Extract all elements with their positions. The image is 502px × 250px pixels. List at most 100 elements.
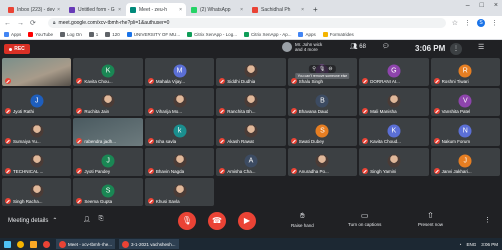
participant-tile[interactable]: Siddhi Dudhia <box>216 58 286 86</box>
taskbar-app[interactable]: 3-1-2021 vachshesh... <box>119 239 179 249</box>
bookmark-item[interactable]: Apps <box>4 32 21 37</box>
chrome-icon[interactable] <box>43 240 50 248</box>
browser-tab[interactable]: Sachidhal Ph × <box>248 3 308 16</box>
tab-label: Untitled form - G <box>78 6 115 13</box>
pin-icon[interactable]: ⚲ <box>312 66 316 72</box>
participant-name-text: Kavita Choud... <box>370 138 401 144</box>
participant-tile[interactable]: Khusi Savla <box>144 178 215 206</box>
participant-tile[interactable]: Mali Manisha <box>359 88 429 116</box>
participant-tile[interactable]: K Kavita Choud... <box>359 118 429 146</box>
captions-button[interactable]: ▭ Turn on captions <box>348 211 381 227</box>
participant-tile[interactable]: Ruchita Jain <box>73 88 143 116</box>
pinned-participants[interactable]: Mr. John wick and 4 more <box>282 42 322 52</box>
participant-name: Shalu Singh <box>290 78 323 84</box>
bookmark-item[interactable]: UNIVERSITY OF MU... <box>126 32 180 37</box>
language-indicator[interactable]: ENG <box>466 242 476 247</box>
leave-call-button[interactable]: ☎︎ <box>208 212 226 230</box>
people-icon[interactable]: 👤︎ <box>83 216 91 223</box>
browser-tab[interactable]: (2) WhatsApp × <box>187 3 247 16</box>
participant-tile[interactable]: Akash Rawat <box>216 118 286 146</box>
bookmark-item[interactable]: Log On <box>59 32 82 37</box>
camera-off-button[interactable]: ▶︎ <box>238 212 256 230</box>
bookmark-item[interactable]: Formatrides <box>322 32 354 37</box>
participant-name-text: Singh Racha... <box>13 198 43 204</box>
close-window-icon[interactable]: × <box>494 2 498 9</box>
reload-icon[interactable]: ⟳ <box>30 19 36 27</box>
browser-tab[interactable]: Meet - zeu-h × <box>126 3 186 16</box>
menu-icon[interactable]: ⋮ <box>491 19 498 27</box>
present-now-button[interactable]: ⇧ Present now <box>418 211 443 227</box>
minimize-icon[interactable]: – <box>466 2 470 9</box>
mute-participant-icon[interactable]: 🎙︎ <box>319 66 325 72</box>
remove-participant-icon[interactable]: ⊖ <box>328 66 332 72</box>
participant-tile[interactable]: Singh Yamini <box>359 148 429 176</box>
close-tab-icon[interactable]: × <box>118 7 121 13</box>
back-icon[interactable]: ← <box>4 20 11 27</box>
participant-tile[interactable]: Viharija Mo... <box>144 88 215 116</box>
participant-tile[interactable]: k Isha savla <box>144 118 215 146</box>
participant-name: Mahala Vijay... <box>147 78 185 84</box>
participant-tile[interactable]: TECHNICAL ... <box>2 148 72 176</box>
close-tab-icon[interactable]: × <box>301 7 304 13</box>
participant-tile[interactable]: Bhavin Nagda <box>144 148 215 176</box>
attachment-icon[interactable]: ⎘ <box>99 216 104 223</box>
participant-tile[interactable]: S⚲🎙︎⊖You can't remove someone elseShalu … <box>287 58 358 86</box>
browser-tab[interactable]: Inbox (223) - dev × <box>4 3 64 16</box>
taskbar-clock[interactable]: 3:06 PM <box>481 242 498 247</box>
start-icon[interactable] <box>4 240 11 248</box>
more-icon[interactable]: ⋮ <box>484 216 491 224</box>
participant-tile[interactable]: rabendra jadh... <box>73 118 143 146</box>
chat-icon[interactable]: 💬︎ <box>382 43 390 50</box>
file-explorer-icon[interactable] <box>30 240 37 248</box>
wifi-icon[interactable]: ◔ <box>459 242 462 247</box>
participant-name: Singh Racha... <box>5 198 43 204</box>
participant-tile[interactable]: A Amisha Cha... <box>216 148 286 176</box>
participants-icon[interactable]: 👥︎ 68 <box>350 43 366 50</box>
participant-tile[interactable]: R Roshni Tiwari <box>430 58 500 86</box>
participant-tile[interactable]: Anuradha Po... <box>287 148 358 176</box>
participant-tile[interactable]: Singh Racha... <box>2 178 72 206</box>
activities-icon[interactable]: ☰ <box>478 43 484 51</box>
bookmark-item[interactable]: 1 <box>88 32 98 37</box>
more-options-icon[interactable]: ⋮ <box>450 43 462 55</box>
forward-icon[interactable]: → <box>17 20 24 27</box>
participant-name-text: Viharija Mo... <box>155 108 183 114</box>
participant-tile[interactable]: G DORRANI AI... <box>359 58 429 86</box>
bookmark-item[interactable]: Apps <box>298 32 316 37</box>
participant-tile[interactable]: S Swati Dubey <box>287 118 358 146</box>
close-tab-icon[interactable]: × <box>179 7 182 13</box>
participant-name: Amisha Cha... <box>219 168 256 174</box>
participant-tile[interactable]: B Bhavana Daud <box>287 88 358 116</box>
bookmark-item[interactable]: Citrix XenApp - Ap... <box>243 32 291 37</box>
participant-name-text: Ranchita Bh... <box>227 108 256 114</box>
bookmark-item[interactable]: Citrix XenApp - Log... <box>187 32 237 37</box>
search-icon[interactable] <box>17 240 24 248</box>
raise-hand-button[interactable]: ✋︎ Raise hand <box>291 211 314 228</box>
participant-tile[interactable]: Ranchita Bh... <box>216 88 286 116</box>
participant-tile[interactable]: M Mahala Vijay... <box>144 58 215 86</box>
maximize-icon[interactable]: □ <box>480 2 484 9</box>
new-tab-button[interactable]: + <box>313 3 318 16</box>
participant-tile[interactable]: Sumaiya Yu... <box>2 118 72 146</box>
participant-tile[interactable]: S Seema Gupta <box>73 178 143 206</box>
close-tab-icon[interactable]: × <box>240 7 243 13</box>
meeting-details-button[interactable]: Meeting details ⌃ <box>8 217 57 225</box>
participant-tile[interactable]: J Jyoti Rathi <box>2 88 72 116</box>
mic-muted-icon <box>76 108 83 114</box>
participant-tile[interactable]: J Jyoti Pandey <box>73 148 143 176</box>
participant-tile[interactable] <box>2 58 72 86</box>
participant-tile[interactable]: K Kavita Chou... <box>73 58 143 86</box>
browser-tab[interactable]: Untitled form - G × <box>65 3 125 16</box>
mic-off-button[interactable]: 🎙︎ <box>178 212 196 230</box>
profile-avatar[interactable]: S <box>477 19 485 27</box>
taskbar-app[interactable]: Meet - xcv-tbmh-rhe... <box>56 239 116 249</box>
bookmark-item[interactable]: YouTube <box>28 32 53 37</box>
extensions-icon[interactable]: ⋮ <box>464 19 471 27</box>
bookmark-item[interactable]: 120 <box>105 32 120 37</box>
address-bar[interactable]: 🔒︎ meet.google.com/xcv-tbmh-rhe?pli=1&au… <box>47 18 446 28</box>
participant-tile[interactable]: V Vanshita Patel <box>430 88 500 116</box>
close-tab-icon[interactable]: × <box>57 7 60 13</box>
participant-tile[interactable]: N Nakum Forum <box>430 118 500 146</box>
star-icon[interactable]: ☆ <box>452 19 458 27</box>
participant-tile[interactable]: J Janvi Jakhari... <box>430 148 500 176</box>
